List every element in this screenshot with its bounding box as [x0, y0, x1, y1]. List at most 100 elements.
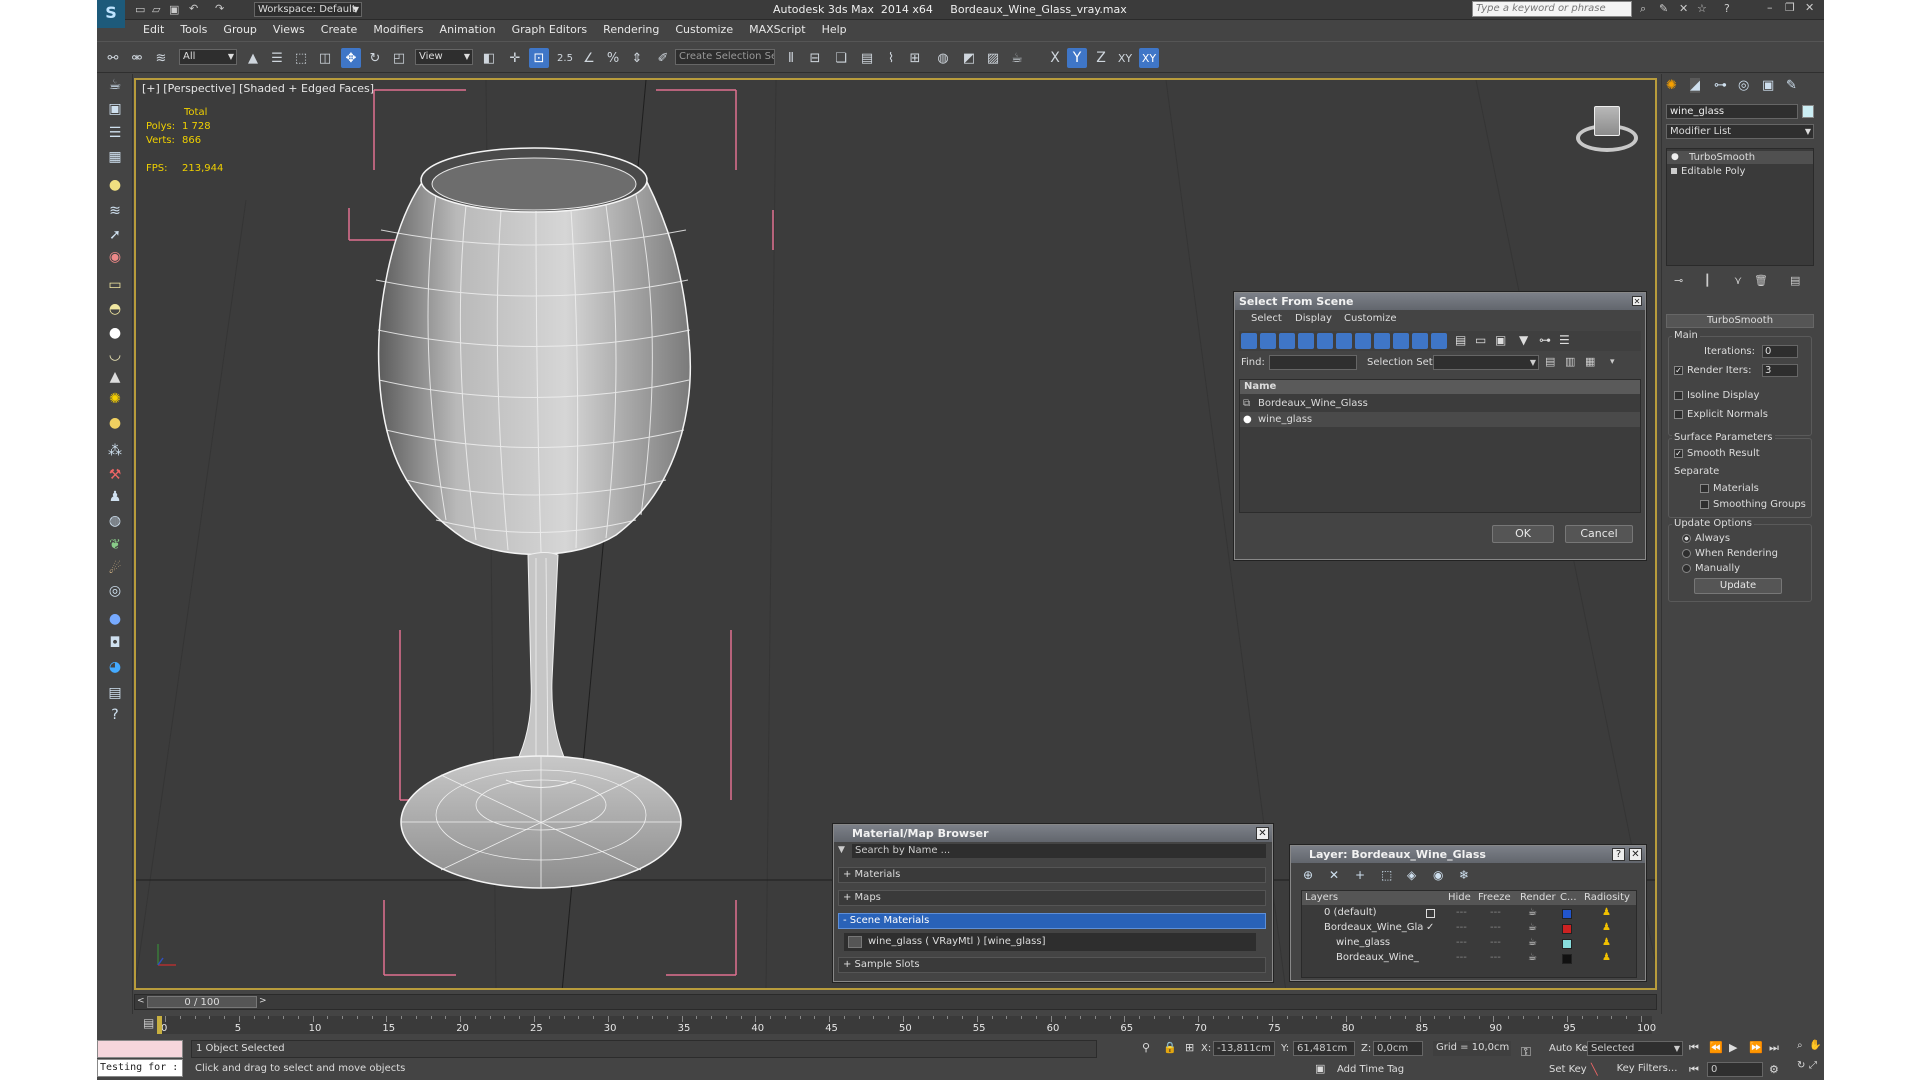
- close-icon[interactable]: ✕: [1629, 848, 1642, 861]
- group-maps[interactable]: + Maps: [838, 890, 1266, 906]
- pointer-icon[interactable]: ➚: [104, 224, 126, 246]
- filter-groups-icon[interactable]: [1355, 333, 1371, 349]
- layer-color-swatch[interactable]: [1562, 924, 1572, 934]
- find-input[interactable]: [1269, 355, 1357, 370]
- schematic-view-icon[interactable]: ⊞: [905, 48, 925, 68]
- filter-containers-icon[interactable]: [1412, 333, 1428, 349]
- group-scene-materials[interactable]: - Scene Materials: [838, 913, 1266, 929]
- named-selection-set-dropdown[interactable]: Create Selection Se: [675, 49, 775, 65]
- globe-icon[interactable]: ◍: [104, 510, 126, 532]
- columns-icon[interactable]: ☰: [1559, 333, 1575, 349]
- menu-views[interactable]: Views: [265, 20, 313, 36]
- material-search-input[interactable]: Search by Name ...: [852, 844, 1266, 858]
- zoom-icon[interactable]: ⌕: [1797, 1040, 1803, 1051]
- render-teapot-icon[interactable]: ☕: [1528, 907, 1537, 918]
- menu-customize[interactable]: Customize: [667, 20, 741, 36]
- freeze-all-icon[interactable]: ❄: [1459, 868, 1469, 882]
- curve-editor-icon[interactable]: ⌇: [881, 48, 901, 68]
- object-props-icon[interactable]: ◘: [104, 632, 126, 654]
- close-icon[interactable]: ✕: [1805, 1, 1814, 14]
- render-sphere-icon[interactable]: ◕: [104, 656, 126, 678]
- key-icon[interactable]: ⚿: [1521, 1045, 1531, 1060]
- radiosity-icon[interactable]: ♟: [1602, 907, 1611, 918]
- selection-lock-icon[interactable]: ⚲: [1142, 1041, 1150, 1054]
- object-color-swatch[interactable]: [1802, 105, 1814, 118]
- col-render[interactable]: Render: [1520, 891, 1556, 905]
- axis-x-button[interactable]: X: [1045, 48, 1065, 68]
- fog-icon[interactable]: ≋: [104, 200, 126, 222]
- layer-color-swatch[interactable]: [1562, 939, 1572, 949]
- orbit-icon[interactable]: ↻: [1797, 1060, 1805, 1071]
- keyboard-shortcut-toggle-icon[interactable]: ⊡: [529, 48, 549, 68]
- modifier-list-dropdown[interactable]: Modifier List ▼: [1666, 124, 1814, 139]
- always-radio[interactable]: Always: [1682, 533, 1730, 544]
- menu-tools[interactable]: Tools: [172, 20, 215, 36]
- light-bulb-icon[interactable]: ●: [104, 174, 126, 196]
- hide-toggle[interactable]: ---: [1456, 922, 1467, 933]
- scene-states-icon[interactable]: ▤: [104, 682, 126, 704]
- set-add-icon[interactable]: ▤: [1545, 355, 1555, 368]
- filter-lights-icon[interactable]: [1279, 333, 1295, 349]
- menu-graph-editors[interactable]: Graph Editors: [504, 20, 596, 36]
- col-radiosity[interactable]: Radiosity: [1584, 891, 1630, 905]
- radiosity-icon[interactable]: ♟: [1602, 952, 1611, 963]
- ref-coord-dropdown[interactable]: View ▼: [415, 49, 473, 65]
- key-tangent-icon[interactable]: ╲: [1591, 1063, 1598, 1076]
- utilities-tab-icon[interactable]: ✎: [1786, 78, 1797, 93]
- create-tab-icon[interactable]: ✺: [1666, 78, 1677, 93]
- filter-xrefs-icon[interactable]: [1374, 333, 1390, 349]
- angle-snap-icon[interactable]: ∠: [579, 48, 599, 68]
- sphere-icon[interactable]: ●: [104, 322, 126, 344]
- select-move-icon[interactable]: ✥: [341, 48, 361, 68]
- workspace-dropdown[interactable]: Workspace: Default ▼: [254, 2, 362, 17]
- menu-animation[interactable]: Animation: [432, 20, 504, 36]
- group-sample-slots[interactable]: + Sample Slots: [838, 957, 1266, 973]
- play-icon[interactable]: ▶: [1729, 1041, 1737, 1054]
- help-search-input[interactable]: Type a keyword or phrase: [1472, 1, 1632, 17]
- materials-checkbox[interactable]: Materials: [1700, 483, 1759, 494]
- select-menu-select[interactable]: Select: [1251, 313, 1282, 324]
- window-crossing-icon[interactable]: ◫: [315, 48, 335, 68]
- list-item[interactable]: ⧉ Bordeaux_Wine_Glass: [1240, 396, 1640, 411]
- selection-filter-dropdown[interactable]: All ▼: [179, 49, 237, 65]
- set-current-layer-icon[interactable]: ◈: [1407, 868, 1416, 882]
- menu-group[interactable]: Group: [215, 20, 265, 36]
- x-coord-field[interactable]: -13,811cm: [1213, 1041, 1275, 1056]
- render-iters-spinner[interactable]: 3: [1762, 364, 1798, 377]
- render-teapot-icon[interactable]: ☕: [1528, 922, 1537, 933]
- bowl-icon[interactable]: ◡: [104, 344, 126, 366]
- menu-edit[interactable]: Edit: [135, 20, 172, 36]
- menu-help[interactable]: Help: [814, 20, 855, 36]
- blue-sphere-icon[interactable]: ●: [104, 608, 126, 630]
- table-row[interactable]: wine_glass --- --- ☕ ♟: [1302, 937, 1626, 952]
- freeze-toggle[interactable]: ---: [1490, 952, 1501, 963]
- hide-toggle[interactable]: ---: [1456, 937, 1467, 948]
- manually-radio[interactable]: Manually: [1682, 563, 1740, 574]
- qat-undo-icon[interactable]: ↶: [189, 2, 198, 15]
- material-editor-icon[interactable]: ◍: [933, 48, 953, 68]
- menu-modifiers[interactable]: Modifiers: [365, 20, 431, 36]
- pin-stack-icon[interactable]: ⊸: [1674, 274, 1683, 287]
- col-freeze[interactable]: Freeze: [1478, 891, 1511, 905]
- image-icon[interactable]: ▣: [104, 98, 126, 120]
- hair-icon[interactable]: ☄: [104, 558, 126, 580]
- smooth-result-checkbox[interactable]: ✓ Smooth Result: [1674, 448, 1760, 459]
- stack-item-turbosmooth[interactable]: ● TurboSmooth: [1667, 151, 1813, 164]
- create-layer-icon[interactable]: ⊕: [1303, 868, 1313, 882]
- add-time-tag[interactable]: Add Time Tag: [1337, 1064, 1404, 1075]
- filter-frozen-icon[interactable]: [1431, 333, 1447, 349]
- list-icon[interactable]: ☰: [104, 122, 126, 144]
- plant-icon[interactable]: ❦: [104, 534, 126, 556]
- layer-color-swatch[interactable]: [1562, 909, 1572, 919]
- teapot-icon[interactable]: ☕: [104, 74, 126, 96]
- plane-icon[interactable]: ▭: [104, 274, 126, 296]
- display-none-icon[interactable]: ▭: [1475, 333, 1491, 349]
- next-frame-icon[interactable]: >: [259, 996, 267, 1006]
- current-frame-field[interactable]: 0: [1707, 1062, 1763, 1077]
- key-mode-dropdown[interactable]: Selected ▼: [1587, 1041, 1683, 1056]
- radiosity-icon[interactable]: ♟: [1602, 937, 1611, 948]
- table-row[interactable]: Bordeaux_Wine_ --- --- ☕ ♟: [1302, 952, 1626, 967]
- layer-manager-icon[interactable]: ❏: [831, 48, 851, 68]
- app-logo-icon[interactable]: S: [97, 0, 125, 28]
- star-icon[interactable]: ☆: [1697, 2, 1707, 15]
